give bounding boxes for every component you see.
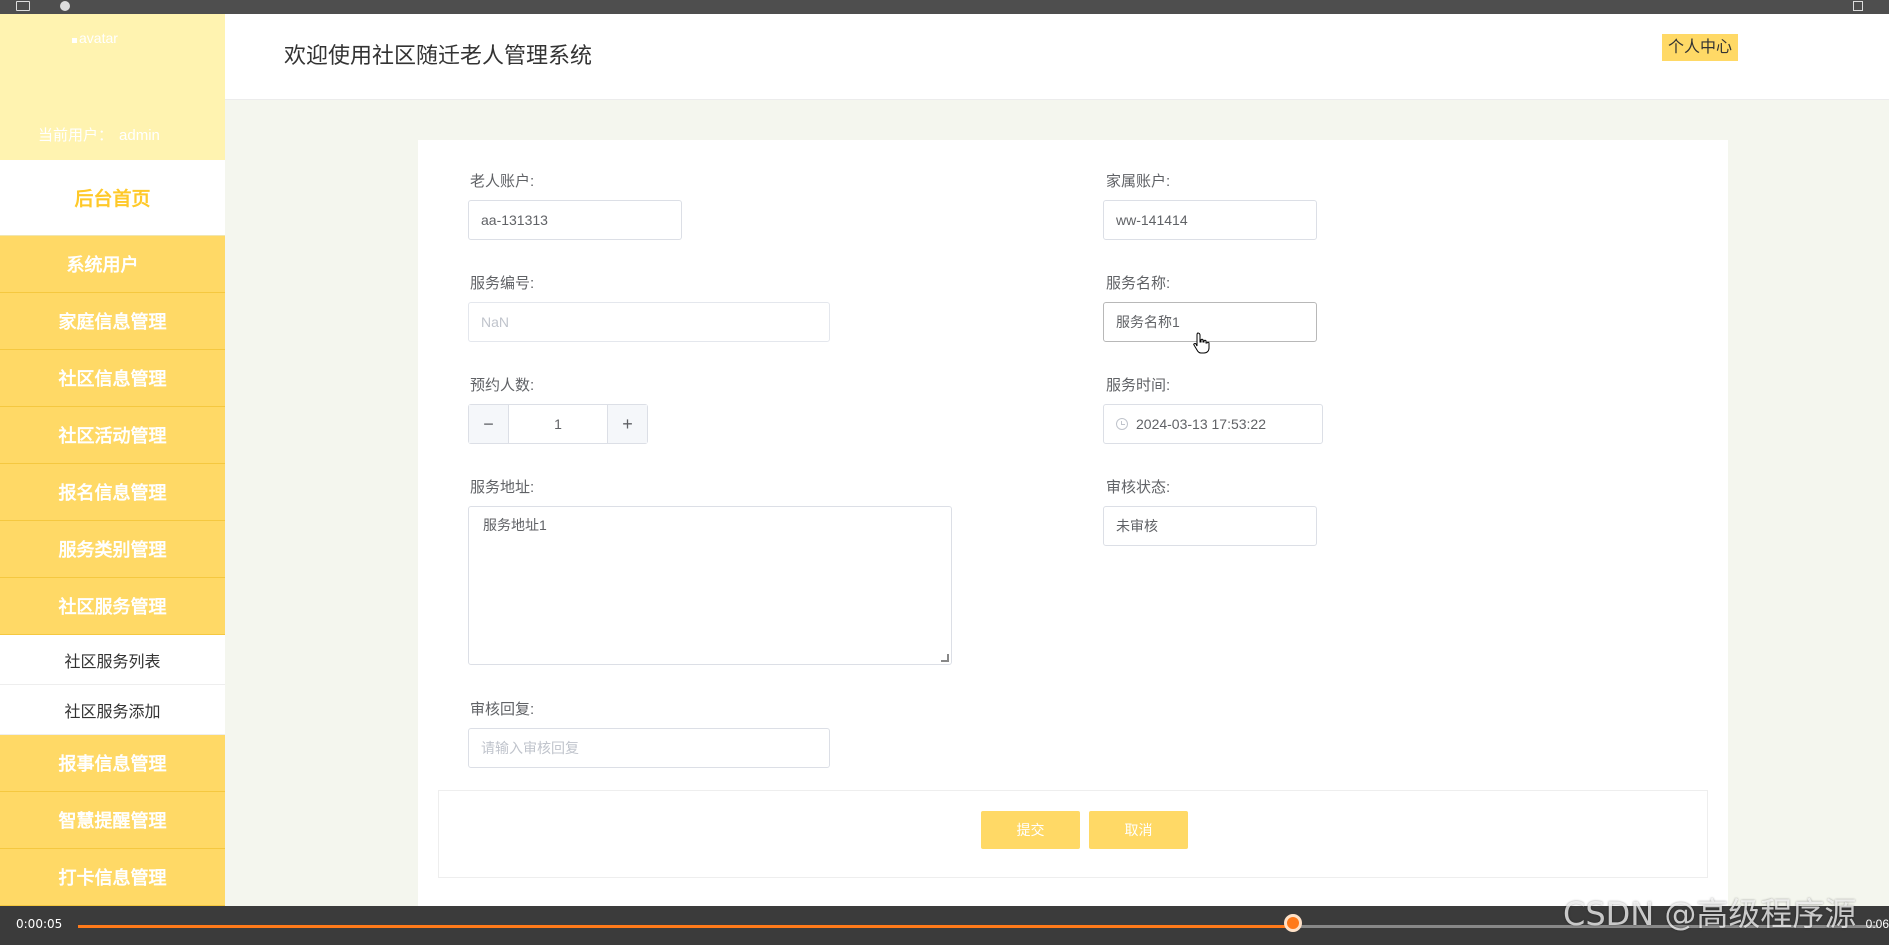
current-time: 0:00:05: [16, 917, 63, 931]
clock-icon: [1116, 418, 1128, 430]
window-control-icon[interactable]: [1853, 1, 1863, 11]
sidebar-item-community-info[interactable]: 社区信息管理: [0, 350, 225, 407]
cancel-button[interactable]: 取消: [1089, 811, 1188, 849]
sidebar-item-community-service[interactable]: 社区服务管理: [0, 578, 225, 635]
service-time-picker[interactable]: 2024-03-13 17:53:22: [1103, 404, 1323, 444]
end-time: 0:06: [1865, 917, 1889, 931]
progress-fill: [78, 925, 1293, 928]
family-account-input[interactable]: ww-141414: [1103, 200, 1317, 240]
current-user: 当前用户： admin: [38, 124, 160, 145]
sidebar-menu: 后台首页 系统用户 家庭信息管理 社区信息管理 社区活动管理 报名信息管理 服务…: [0, 160, 225, 906]
sidebar-header: avatar 当前用户： admin: [0, 14, 225, 160]
sidebar-item-system-users[interactable]: 系统用户: [0, 236, 225, 293]
booking-count-value[interactable]: 1: [509, 405, 607, 443]
sidebar-item-checkin-info[interactable]: 打卡信息管理: [0, 849, 225, 906]
service-name-input[interactable]: 服务名称1: [1103, 302, 1317, 342]
sidebar-item-service-category[interactable]: 服务类别管理: [0, 521, 225, 578]
service-address-value: 服务地址1: [483, 517, 547, 533]
service-time-label: 服务时间:: [1106, 377, 1171, 394]
service-no-label: 服务编号:: [470, 275, 535, 292]
current-user-name: admin: [119, 127, 160, 144]
booking-count-stepper: − 1 +: [468, 404, 648, 444]
elder-account-label: 老人账户:: [470, 173, 535, 190]
review-reply-label: 审核回复:: [470, 701, 535, 718]
booking-count-label: 预约人数:: [470, 377, 535, 394]
app-icon: [60, 1, 70, 11]
service-name-label: 服务名称:: [1106, 275, 1171, 292]
top-header: 欢迎使用社区随迁老人管理系统 个人中心: [225, 14, 1889, 100]
decrement-button[interactable]: −: [469, 405, 509, 443]
sidebar-item-community-activity[interactable]: 社区活动管理: [0, 407, 225, 464]
progress-knob[interactable]: [1284, 914, 1302, 932]
avatar: avatar: [72, 30, 118, 46]
family-account-label: 家属账户:: [1106, 173, 1171, 190]
video-top-bar: [0, 0, 1889, 14]
sidebar-subitem-service-add[interactable]: 社区服务添加: [0, 685, 225, 735]
sidebar-item-family-info[interactable]: 家庭信息管理: [0, 293, 225, 350]
sidebar: avatar 当前用户： admin 后台首页 系统用户 家庭信息管理 社区信息管…: [0, 14, 225, 906]
review-status-label: 审核状态:: [1106, 479, 1171, 496]
service-address-textarea[interactable]: 服务地址1: [468, 506, 952, 665]
sidebar-item-home[interactable]: 后台首页: [0, 160, 225, 236]
watermark: CSDN @高级程序源: [1563, 895, 1857, 933]
current-user-label: 当前用户：: [38, 127, 114, 144]
submit-button[interactable]: 提交: [981, 811, 1080, 849]
page-title: 欢迎使用社区随迁老人管理系统: [284, 43, 593, 68]
broken-image-icon: [72, 38, 77, 43]
service-address-label: 服务地址:: [470, 479, 535, 496]
resize-handle-icon[interactable]: [941, 654, 949, 662]
sidebar-item-smart-reminder[interactable]: 智慧提醒管理: [0, 792, 225, 849]
elder-account-input[interactable]: aa-131313: [468, 200, 682, 240]
increment-button[interactable]: +: [607, 405, 647, 443]
sidebar-subitem-service-list[interactable]: 社区服务列表: [0, 635, 225, 685]
review-reply-input[interactable]: 请输入审核回复: [468, 728, 830, 768]
service-no-input[interactable]: NaN: [468, 302, 830, 342]
sidebar-item-report-info[interactable]: 报事信息管理: [0, 735, 225, 792]
window-icon: [16, 1, 30, 11]
personal-center-button[interactable]: 个人中心: [1662, 34, 1739, 61]
sidebar-item-registration-info[interactable]: 报名信息管理: [0, 464, 225, 521]
review-status-input[interactable]: 未审核: [1103, 506, 1317, 546]
service-time-value: 2024-03-13 17:53:22: [1136, 416, 1266, 432]
hand-cursor-icon: [1193, 332, 1210, 354]
